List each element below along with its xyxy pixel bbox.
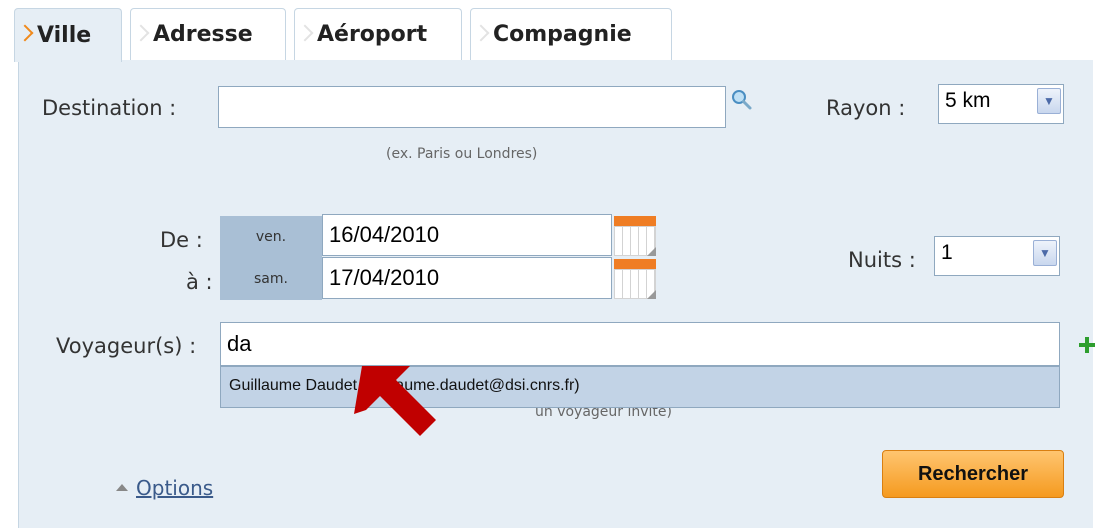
- search-icon[interactable]: [730, 88, 754, 112]
- pointer-arrow-icon: [354, 366, 436, 436]
- rayon-label: Rayon :: [826, 96, 906, 120]
- voyageur-value: da: [227, 331, 252, 356]
- rayon-select[interactable]: 5 km ▼: [938, 84, 1064, 124]
- chevron-down-icon: ▼: [1037, 88, 1061, 114]
- date-to-value: 17/04/2010: [329, 265, 440, 290]
- date-to-input[interactable]: 17/04/2010: [322, 257, 612, 299]
- add-icon[interactable]: [1078, 336, 1096, 354]
- date-from-input[interactable]: 16/04/2010: [322, 214, 612, 256]
- date-to-day: sam.: [220, 258, 322, 300]
- voyageur-label: Voyageur(s) :: [56, 334, 197, 358]
- search-button-label: Rechercher: [917, 462, 1029, 485]
- chevron-right-icon: [296, 24, 314, 42]
- tab-label: Compagnie: [493, 22, 632, 47]
- options-toggle-icon[interactable]: [116, 484, 128, 491]
- tab-adresse[interactable]: Adresse: [130, 8, 286, 60]
- destination-hint: (ex. Paris ou Londres): [386, 146, 538, 162]
- nuits-select[interactable]: 1 ▼: [934, 236, 1060, 276]
- date-to-label: à :: [186, 270, 213, 294]
- tab-compagnie[interactable]: Compagnie: [470, 8, 672, 60]
- calendar-icon[interactable]: [614, 216, 656, 256]
- tab-ville[interactable]: Ville: [14, 8, 122, 62]
- search-button[interactable]: Rechercher: [882, 450, 1064, 498]
- nuits-label: Nuits :: [848, 248, 916, 272]
- date-from-day: ven.: [220, 216, 322, 258]
- date-from-value: 16/04/2010: [329, 222, 440, 247]
- destination-label: Destination :: [42, 96, 177, 120]
- chevron-down-icon: ▼: [1033, 240, 1057, 266]
- destination-input[interactable]: [218, 86, 726, 128]
- options-link[interactable]: Options: [136, 476, 213, 500]
- tab-aeroport[interactable]: Aéroport: [294, 8, 462, 60]
- date-to-day-text: sam.: [254, 271, 288, 287]
- date-from-label: De :: [160, 228, 203, 252]
- tab-label: Aéroport: [317, 22, 428, 47]
- nuits-value: 1: [941, 241, 953, 264]
- chevron-right-icon: [16, 24, 34, 42]
- tab-label: Ville: [37, 23, 92, 48]
- tab-label: Adresse: [153, 22, 253, 47]
- date-from-day-text: ven.: [255, 229, 287, 245]
- calendar-icon[interactable]: [614, 259, 656, 299]
- chevron-right-icon: [472, 24, 490, 42]
- chevron-right-icon: [132, 24, 150, 42]
- rayon-value: 5 km: [945, 89, 991, 112]
